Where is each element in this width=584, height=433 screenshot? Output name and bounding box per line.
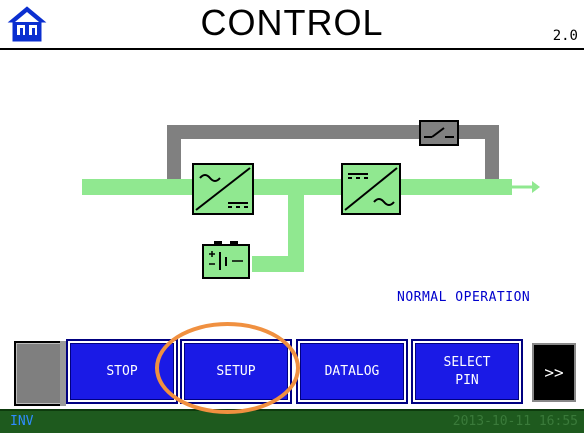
battery-line	[252, 195, 304, 272]
stop-button-label: STOP	[106, 363, 138, 379]
select-pin-button[interactable]: SELECT PIN	[411, 339, 523, 404]
function-button-bar: STOP SETUP DATALOG SELECT PIN >>	[0, 338, 584, 408]
output-arrow-icon	[512, 181, 540, 193]
setup-button-label: SETUP	[216, 363, 256, 379]
stop-button[interactable]: STOP	[66, 339, 178, 404]
datalog-button[interactable]: DATALOG	[296, 339, 408, 404]
hmi-screen: CONTROL 2.0 NORMAL OPERATION STOP SETUP …	[0, 0, 584, 433]
operation-status: NORMAL OPERATION	[397, 290, 531, 305]
datetime-display: 2013-10-11 16:55	[452, 414, 578, 429]
more-button[interactable]: >>	[532, 343, 576, 402]
blank-button	[14, 341, 64, 406]
status-bar: INV 2013-10-11 16:55	[0, 409, 584, 433]
button-separator	[60, 341, 66, 406]
select-pin-label-line2: PIN	[455, 372, 479, 388]
mode-indicator: INV	[10, 414, 34, 429]
header-bar: CONTROL 2.0	[0, 0, 584, 50]
main-power-line	[82, 179, 512, 195]
ups-flow-diagram: NORMAL OPERATION	[0, 52, 584, 332]
inverter-icon	[341, 163, 401, 215]
datalog-button-label: DATALOG	[324, 363, 380, 379]
page-title: CONTROL	[200, 2, 384, 43]
select-pin-label-line1: SELECT	[443, 354, 491, 370]
bypass-switch-icon	[419, 120, 459, 146]
version-label: 2.0	[552, 28, 578, 44]
setup-button[interactable]: SETUP	[180, 339, 292, 404]
more-button-label: >>	[544, 363, 564, 382]
battery-icon	[202, 241, 250, 279]
rectifier-icon	[192, 163, 254, 215]
